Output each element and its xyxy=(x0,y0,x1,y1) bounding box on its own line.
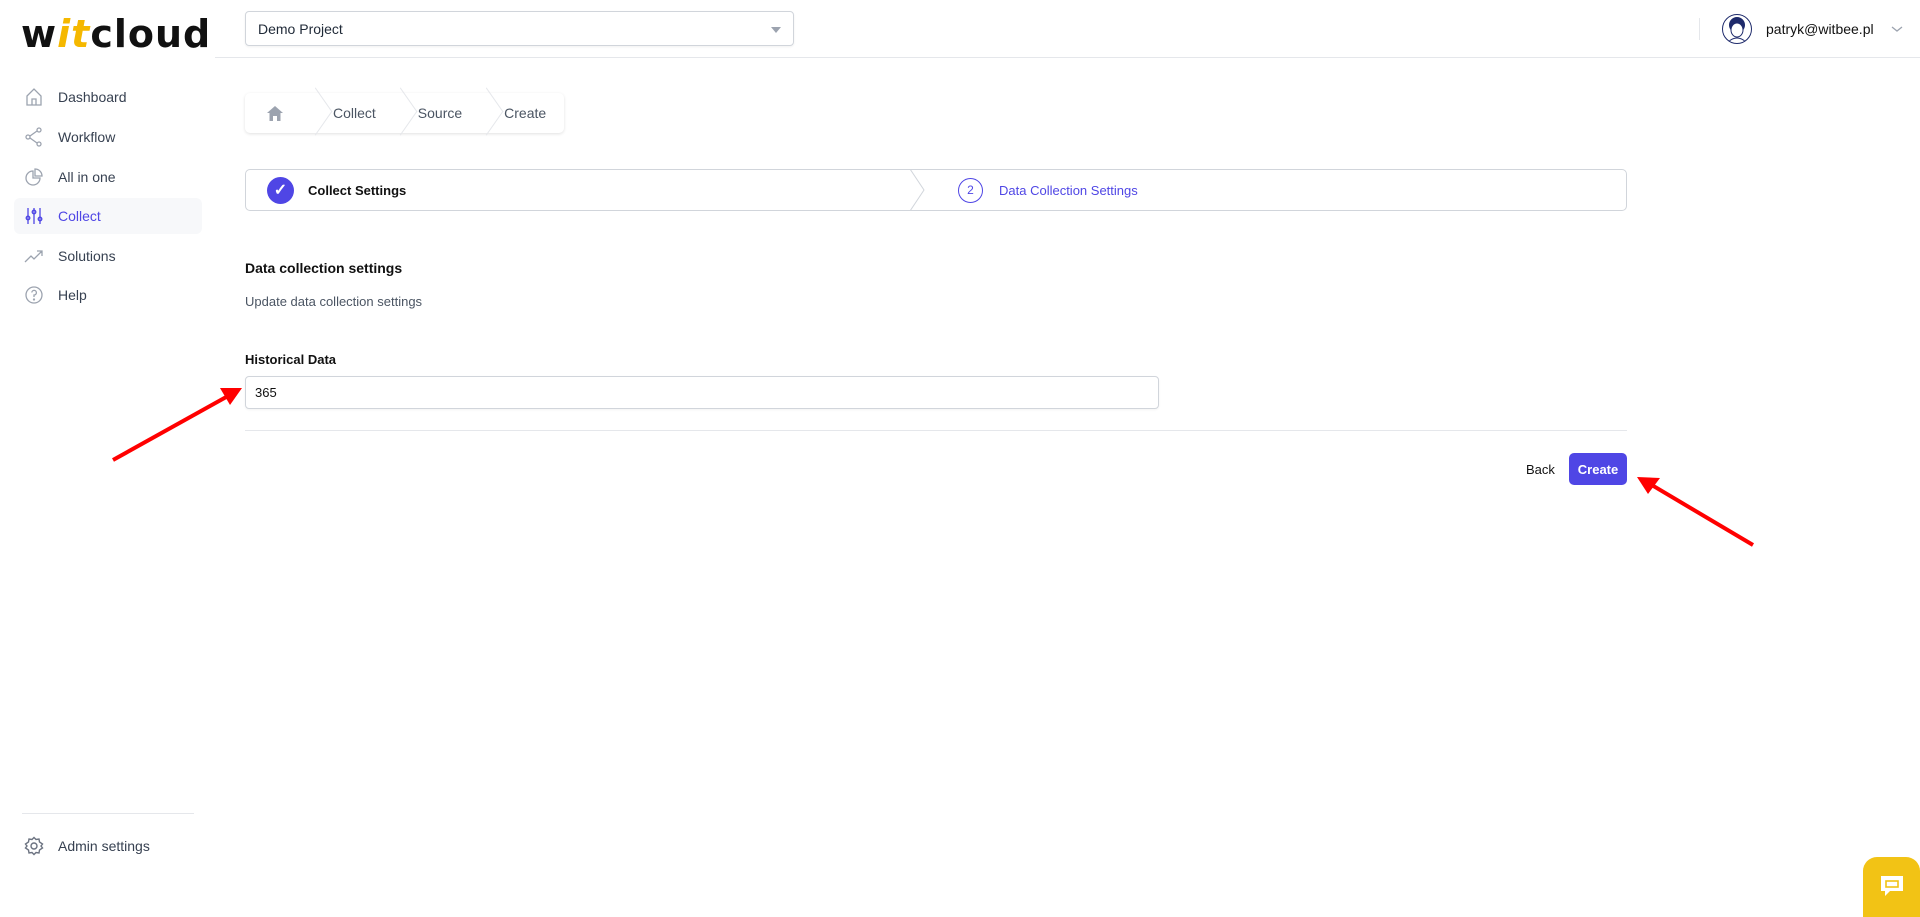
sidebar-item-all-in-one[interactable]: All in one xyxy=(14,159,202,195)
gear-icon xyxy=(24,836,44,856)
breadcrumb-create[interactable]: Create xyxy=(480,93,564,133)
breadcrumb-source[interactable]: Source xyxy=(394,93,480,133)
breadcrumb: Collect Source Create xyxy=(245,93,565,133)
step-collect-settings[interactable]: ✓ Collect Settings xyxy=(246,170,926,210)
sidebar-item-dashboard[interactable]: Dashboard xyxy=(14,79,202,115)
check-icon: ✓ xyxy=(267,176,294,204)
sidebar-divider xyxy=(22,813,194,814)
avatar xyxy=(1722,14,1752,44)
historical-data-label: Historical Data xyxy=(245,352,337,367)
form-divider xyxy=(245,430,1627,431)
sidebar-item-label: Help xyxy=(58,287,87,303)
project-select[interactable]: Demo Project xyxy=(245,11,794,46)
sidebar-item-help[interactable]: Help xyxy=(14,277,202,313)
step-separator xyxy=(910,169,925,211)
step-number: 2 xyxy=(958,177,983,203)
witcloud-logo[interactable]: witcloud xyxy=(21,12,211,56)
historical-data-input[interactable] xyxy=(245,376,1159,409)
section-title: Data collection settings xyxy=(245,260,403,276)
home-icon xyxy=(267,105,283,121)
step-label: Collect Settings xyxy=(308,182,407,198)
sidebar-item-label: Workflow xyxy=(58,129,116,145)
sidebar-item-label: Collect xyxy=(58,208,101,224)
user-menu[interactable]: patryk@witbee.pl xyxy=(1700,14,1904,44)
admin-settings-label: Admin settings xyxy=(58,838,150,854)
sliders-icon xyxy=(25,208,43,224)
chat-icon xyxy=(1880,876,1903,896)
sidebar-item-solutions[interactable]: Solutions xyxy=(14,238,202,274)
pie-chart-icon xyxy=(25,168,43,186)
back-button[interactable]: Back xyxy=(1515,453,1566,485)
logo-text: cloud xyxy=(90,12,212,56)
breadcrumb-collect[interactable]: Collect xyxy=(309,93,394,133)
step-data-collection-settings[interactable]: 2 Data Collection Settings xyxy=(910,169,1138,211)
breadcrumb-label: Collect xyxy=(333,105,376,121)
trending-up-icon xyxy=(24,250,43,263)
sidebar-item-workflow[interactable]: Workflow xyxy=(14,119,202,155)
sidebar-item-collect[interactable]: Collect xyxy=(14,198,202,234)
header-divider xyxy=(215,57,1920,58)
sidebar-item-label: All in one xyxy=(58,169,116,185)
breadcrumb-label: Source xyxy=(417,105,463,121)
logo-text: w xyxy=(21,12,58,56)
create-button[interactable]: Create xyxy=(1569,453,1627,485)
step-label: Data Collection Settings xyxy=(999,182,1138,198)
caret-down-icon xyxy=(771,27,781,33)
help-circle-icon xyxy=(25,286,43,304)
sidebar-item-label: Dashboard xyxy=(58,89,127,105)
project-select-value: Demo Project xyxy=(258,21,343,37)
annotation-arrows xyxy=(112,388,1755,547)
user-email: patryk@witbee.pl xyxy=(1766,21,1874,37)
sidebar-item-label: Solutions xyxy=(58,248,116,264)
annotation-arrow-create xyxy=(1637,477,1755,547)
annotation-arrow-input xyxy=(112,388,242,462)
share-icon xyxy=(25,127,42,147)
logo-text-accent: it xyxy=(57,12,91,56)
home-icon xyxy=(26,88,42,106)
section-subtitle: Update data collection settings xyxy=(245,294,423,309)
stepper: ✓ Collect Settings 2 Data Collection Set… xyxy=(245,169,1627,211)
breadcrumb-label: Create xyxy=(504,105,547,121)
chevron-down-icon xyxy=(1891,26,1902,32)
chat-widget-button[interactable] xyxy=(1863,857,1920,917)
admin-settings-link[interactable]: Admin settings xyxy=(24,836,150,856)
